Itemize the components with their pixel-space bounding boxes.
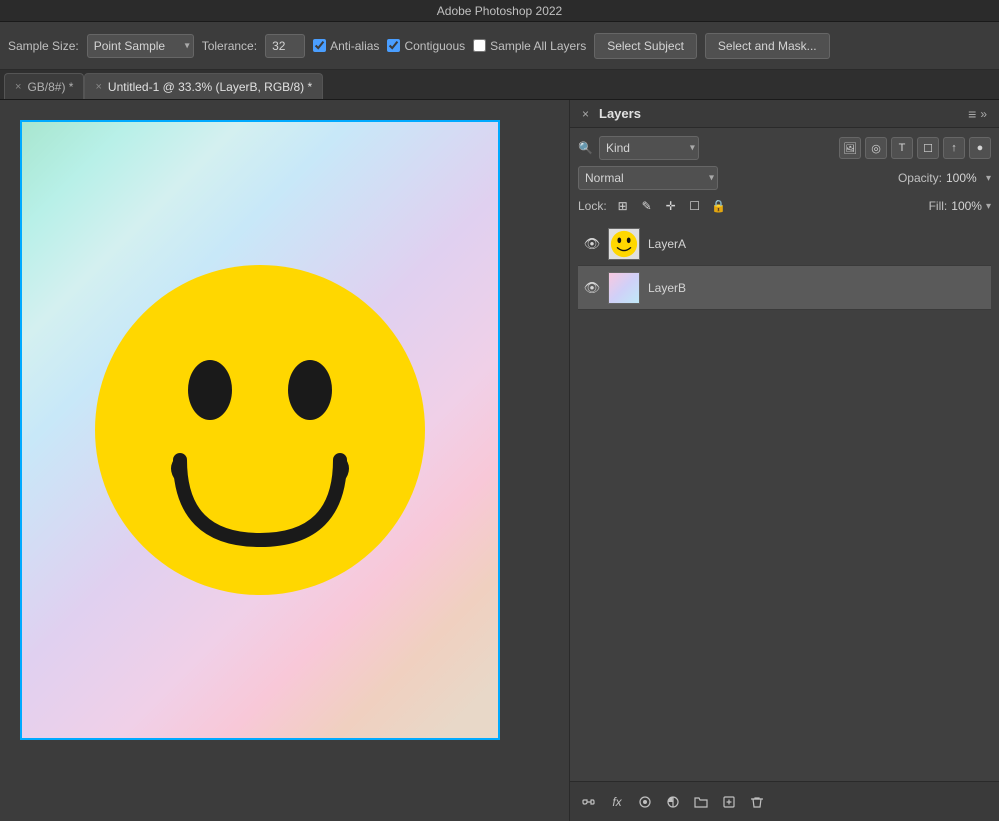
lock-image-pixels-btn[interactable]: ✎ [637,196,657,216]
layer-name-layerA: LayerA [648,237,686,251]
adjustment-layer-btn[interactable] [662,791,684,813]
panel-header: × Layers ≡ » [570,100,999,128]
eye-icon-layerA: 👁 [584,236,601,252]
lock-transparent-pixels-btn[interactable]: ⊞ [613,196,633,216]
toolbar: Sample Size: Point Sample 3 by 3 Average… [0,22,999,70]
layer-thumb-smiley [609,229,639,259]
layer-thumbnail-layerB [608,272,640,304]
contiguous-group: Contiguous [387,39,465,53]
layer-item-layerA[interactable]: 👁 LayerA [578,222,991,266]
app-title: Adobe Photoshop 2022 [437,4,562,18]
blend-select-wrapper: Normal Dissolve Multiply Screen Overlay [578,166,718,190]
fx-btn[interactable]: fx [606,791,628,813]
fill-label: Fill: [929,199,948,213]
layer-visibility-layerB[interactable]: 👁 [584,280,600,296]
layer-name-layerB: LayerB [648,281,686,295]
tab-1[interactable]: × GB/8#) * [4,73,84,99]
fill-value[interactable]: 100% [951,199,982,213]
tolerance-label: Tolerance: [202,39,257,53]
anti-alias-group: Anti-alias [313,39,379,53]
sample-all-layers-label: Sample All Layers [490,39,586,53]
opacity-label: Opacity: [898,171,942,185]
tab-2-label: Untitled-1 @ 33.3% (LayerB, RGB/8) * [108,80,312,94]
filter-toggle-btn[interactable]: ● [969,137,991,159]
filter-kind-select[interactable]: Kind Name Effect Mode Attribute Color [599,136,699,160]
add-mask-btn[interactable] [634,791,656,813]
anti-alias-label: Anti-alias [330,39,379,53]
tab-bar: × GB/8#) * × Untitled-1 @ 33.3% (LayerB,… [0,70,999,100]
layer-item-layerB[interactable]: 👁 LayerB [578,266,991,310]
canvas-content [22,122,498,738]
panel-title: Layers [593,106,647,121]
panel-menu-button[interactable]: ≡ [968,106,976,122]
tab-1-label: GB/8#) * [27,80,73,94]
sample-all-layers-group: Sample All Layers [473,39,586,53]
anti-alias-checkbox[interactable] [313,39,326,52]
sample-size-label: Sample Size: [8,39,79,53]
tab-2-close[interactable]: × [95,81,101,93]
filter-pixel-icon-btn[interactable]: 🖼 [839,137,861,159]
filter-select-wrapper: Kind Name Effect Mode Attribute Color [599,136,699,160]
sample-size-select[interactable]: Point Sample 3 by 3 Average 5 by 5 Avera… [87,34,194,58]
panel-collapse-button[interactable]: » [976,105,991,123]
filter-row: 🔍 Kind Name Effect Mode Attribute Color … [578,136,991,160]
fill-dropdown-arrow[interactable]: ▾ [986,201,991,212]
layers-list: 👁 LayerA [578,222,991,773]
opacity-group: Opacity: 100% ▾ [898,171,991,185]
canvas-wrapper[interactable] [20,120,500,740]
group-layers-btn[interactable] [690,791,712,813]
lock-label: Lock: [578,199,607,213]
select-subject-button[interactable]: Select Subject [594,33,697,59]
eye-icon-layerB: 👁 [584,280,601,296]
lock-icons-group: ⊞ ✎ ✛ ☐ 🔒 [613,196,729,216]
link-layers-btn[interactable] [578,791,600,813]
delete-layer-btn[interactable] [746,791,768,813]
panel-close-button[interactable]: × [578,105,593,123]
lock-position-btn[interactable]: ✛ [661,196,681,216]
lock-artboard-btn[interactable]: ☐ [685,196,705,216]
fill-group: Fill: 100% ▾ [929,199,991,213]
blend-mode-select[interactable]: Normal Dissolve Multiply Screen Overlay [578,166,718,190]
sample-all-layers-checkbox[interactable] [473,39,486,52]
layers-panel: × Layers ≡ » 🔍 Kind Name Effect Mode Att… [569,100,999,821]
panel-body: 🔍 Kind Name Effect Mode Attribute Color … [570,128,999,781]
filter-smart-icon-btn[interactable]: ↑ [943,137,965,159]
title-bar: Adobe Photoshop 2022 [0,0,999,22]
layer-thumb-gradient [609,273,639,303]
panel-bottom-toolbar: fx [570,781,999,821]
blend-opacity-row: Normal Dissolve Multiply Screen Overlay … [578,166,991,190]
lock-row: Lock: ⊞ ✎ ✛ ☐ 🔒 Fill: 100% ▾ [578,196,991,216]
main-area: × Layers ≡ » 🔍 Kind Name Effect Mode Att… [0,100,999,821]
contiguous-label: Contiguous [404,39,465,53]
canvas-area [0,100,569,821]
lock-all-btn[interactable]: 🔒 [709,196,729,216]
tab-1-close[interactable]: × [15,81,21,93]
contiguous-checkbox[interactable] [387,39,400,52]
sample-size-select-wrapper: Point Sample 3 by 3 Average 5 by 5 Avera… [87,34,194,58]
tab-2[interactable]: × Untitled-1 @ 33.3% (LayerB, RGB/8) * [84,73,323,99]
smiley-face [90,260,430,600]
filter-type-icon-btn[interactable]: T [891,137,913,159]
bottom-icons-group: fx [578,791,768,813]
layer-thumbnail-layerA [608,228,640,260]
new-layer-btn[interactable] [718,791,740,813]
filter-shape-icon-btn[interactable]: ☐ [917,137,939,159]
search-icon: 🔍 [578,141,593,155]
tolerance-input[interactable] [265,34,305,58]
filter-adjustment-icon-btn[interactable]: ◎ [865,137,887,159]
select-and-mask-button[interactable]: Select and Mask... [705,33,830,59]
layer-visibility-layerA[interactable]: 👁 [584,236,600,252]
opacity-value[interactable]: 100% [946,171,982,185]
opacity-dropdown-arrow[interactable]: ▾ [986,173,991,184]
filter-icons-group: 🖼 ◎ T ☐ ↑ ● [839,137,991,159]
